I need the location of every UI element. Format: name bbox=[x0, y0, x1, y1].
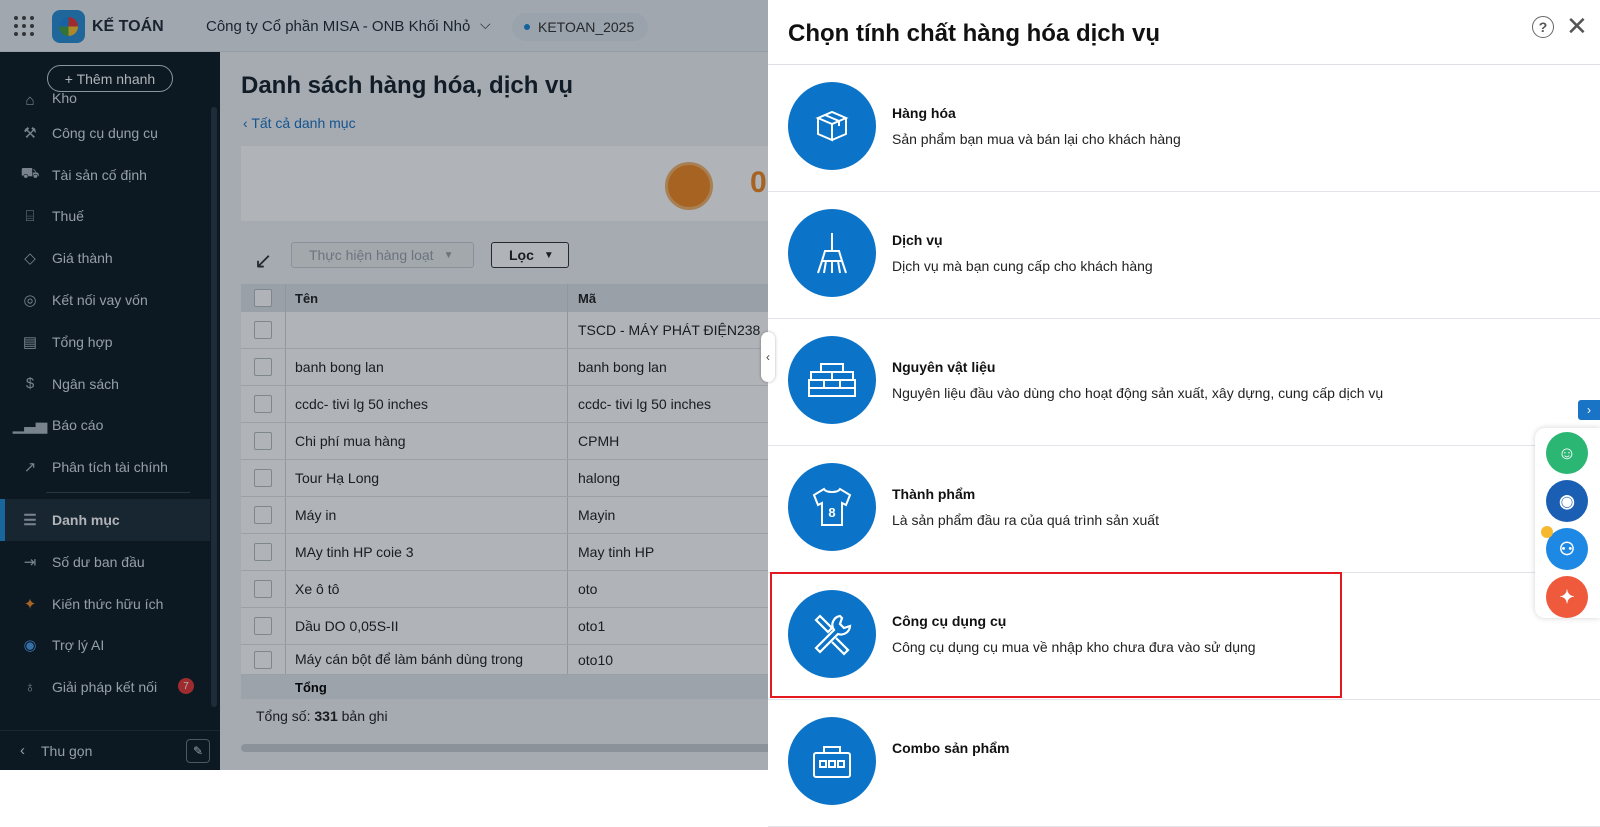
close-icon[interactable]: ✕ bbox=[1566, 13, 1588, 39]
option-description: Là sản phẩm đầu ra của quá trình sản xuấ… bbox=[892, 512, 1159, 528]
item-type-option[interactable]: Nguyên vật liệu Nguyên liệu đầu vào dùng … bbox=[768, 319, 1600, 446]
floating-toggle-button[interactable]: › bbox=[1578, 400, 1600, 420]
shirt-icon: 8 bbox=[788, 463, 876, 551]
item-type-option[interactable]: Combo sản phẩm bbox=[768, 700, 1600, 827]
modal-overlay[interactable] bbox=[0, 0, 768, 770]
help-icon[interactable]: ? bbox=[1532, 16, 1554, 38]
item-type-options: Hàng hóa Sản phẩm bạn mua và bán lại cho … bbox=[768, 65, 1600, 827]
panel-collapse-handle[interactable]: ‹ bbox=[761, 332, 775, 382]
item-type-option[interactable]: Hàng hóa Sản phẩm bạn mua và bán lại cho … bbox=[768, 65, 1600, 192]
app-root: KẾ TOÁN Công ty Cổ phần MISA - ONB Khối … bbox=[0, 0, 1600, 827]
item-type-panel: Chọn tính chất hàng hóa dịch vụ ? ✕ Hàng… bbox=[768, 0, 1600, 827]
option-title: Hàng hóa bbox=[892, 105, 956, 121]
combo-box-icon bbox=[788, 717, 876, 805]
panel-title: Chọn tính chất hàng hóa dịch vụ bbox=[788, 20, 1160, 47]
sparkle-icon[interactable]: ✦ bbox=[1546, 576, 1588, 618]
broom-icon bbox=[788, 209, 876, 297]
option-title: Combo sản phẩm bbox=[892, 740, 1010, 756]
item-type-option[interactable]: Dịch vụ Dịch vụ mà bạn cung cấp cho khách… bbox=[768, 192, 1600, 319]
bricks-icon bbox=[788, 336, 876, 424]
svg-text:8: 8 bbox=[828, 505, 835, 520]
ai-assistant-icon[interactable]: ◉ bbox=[1546, 480, 1588, 522]
wrench-icon bbox=[788, 590, 876, 678]
option-title: Dịch vụ bbox=[892, 232, 943, 248]
option-description: Công cụ dụng cụ mua về nhập kho chưa đưa… bbox=[892, 639, 1256, 655]
option-description: Sản phẩm bạn mua và bán lại cho khách hà… bbox=[892, 131, 1181, 147]
box-icon bbox=[788, 82, 876, 170]
chevron-left-icon: ‹ bbox=[766, 350, 770, 364]
chat-bot-icon[interactable]: ☺ bbox=[1546, 432, 1588, 474]
option-description: Nguyên liệu đầu vào dùng cho hoạt động s… bbox=[892, 385, 1384, 401]
option-title: Nguyên vật liệu bbox=[892, 359, 996, 375]
item-type-option[interactable]: 8 Thành phẩm Là sản phẩm đầu ra của quá tr… bbox=[768, 446, 1600, 573]
option-title: Công cụ dụng cụ bbox=[892, 613, 1007, 629]
option-description: Dịch vụ mà bạn cung cấp cho khách hàng bbox=[892, 258, 1153, 274]
item-type-option[interactable]: Công cụ dụng cụ Công cụ dụng cụ mua về nh… bbox=[768, 572, 1600, 700]
option-title: Thành phẩm bbox=[892, 486, 976, 502]
notification-dot-icon bbox=[1541, 526, 1553, 538]
chevron-right-icon: › bbox=[1587, 403, 1591, 417]
